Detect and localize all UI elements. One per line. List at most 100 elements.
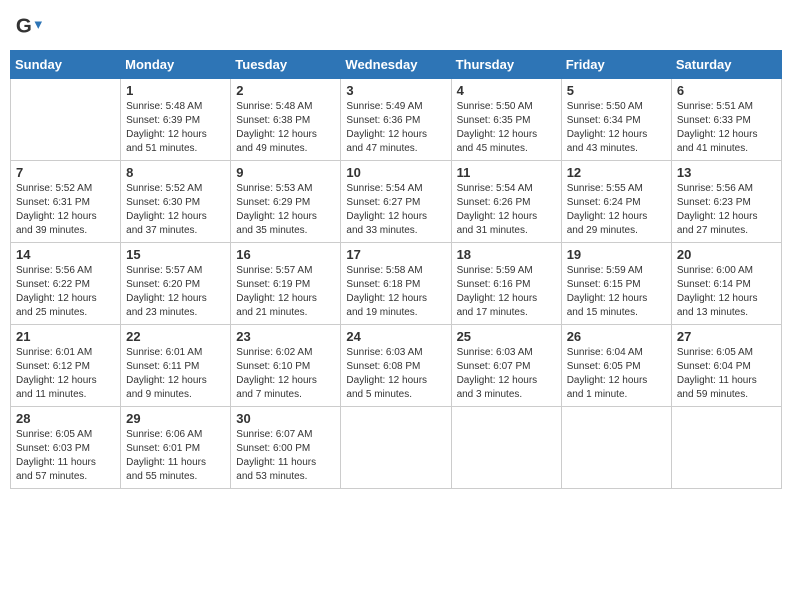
day-info: Sunrise: 6:00 AM Sunset: 6:14 PM Dayligh… [677,264,776,320]
week-row-3: 14 Sunrise: 5:56 AM Sunset: 6:22 PM Dayli… [11,243,782,325]
day-info: Sunrise: 5:48 AM Sunset: 6:39 PM Dayligh… [126,100,225,156]
day-info: Sunrise: 6:05 AM Sunset: 6:04 PM Dayligh… [677,346,776,402]
day-cell: 12 Sunrise: 5:55 AM Sunset: 6:24 PM Dayli… [561,161,671,243]
day-cell: 28 Sunrise: 6:05 AM Sunset: 6:03 PM Dayli… [11,407,121,489]
day-cell: 21Sunrise: 6:01 AM Sunset: 6:12 PM Dayli… [11,325,121,407]
day-info: Sunrise: 5:52 AM Sunset: 6:31 PM Dayligh… [16,182,115,238]
day-cell: 14 Sunrise: 5:56 AM Sunset: 6:22 PM Dayli… [11,243,121,325]
week-row-2: 7 Sunrise: 5:52 AM Sunset: 6:31 PM Daylig… [11,161,782,243]
day-info: Sunrise: 5:59 AM Sunset: 6:16 PM Dayligh… [457,264,556,320]
day-number: 1 [126,83,225,98]
day-cell: 26 Sunrise: 6:04 AM Sunset: 6:05 PM Dayli… [561,325,671,407]
day-number: 6 [677,83,776,98]
day-cell [341,407,451,489]
day-number: 18 [457,247,556,262]
day-cell: 27Sunrise: 6:05 AM Sunset: 6:04 PM Dayli… [671,325,781,407]
day-info: Sunrise: 5:57 AM Sunset: 6:20 PM Dayligh… [126,264,225,320]
day-cell: 16Sunrise: 5:57 AM Sunset: 6:19 PM Dayli… [231,243,341,325]
day-info: Sunrise: 5:54 AM Sunset: 6:27 PM Dayligh… [346,182,445,238]
day-cell: 1 Sunrise: 5:48 AM Sunset: 6:39 PM Daylig… [121,79,231,161]
day-cell: 13 Sunrise: 5:56 AM Sunset: 6:23 PM Dayli… [671,161,781,243]
weekday-header-monday: Monday [121,51,231,79]
weekday-header-saturday: Saturday [671,51,781,79]
day-cell: 19 Sunrise: 5:59 AM Sunset: 6:15 PM Dayli… [561,243,671,325]
day-cell [671,407,781,489]
logo: G [14,14,46,42]
day-cell: 2 Sunrise: 5:48 AM Sunset: 6:38 PM Daylig… [231,79,341,161]
day-cell: 6 Sunrise: 5:51 AM Sunset: 6:33 PM Daylig… [671,79,781,161]
day-number: 24 [346,329,445,344]
day-number: 12 [567,165,666,180]
day-number: 17 [346,247,445,262]
day-number: 23 [236,329,335,344]
day-info: Sunrise: 5:56 AM Sunset: 6:22 PM Dayligh… [16,264,115,320]
day-cell: 25 Sunrise: 6:03 AM Sunset: 6:07 PM Dayli… [451,325,561,407]
day-number: 15 [126,247,225,262]
day-cell: 4Sunrise: 5:50 AM Sunset: 6:35 PM Daylig… [451,79,561,161]
logo-icon: G [14,14,42,42]
day-info: Sunrise: 5:55 AM Sunset: 6:24 PM Dayligh… [567,182,666,238]
weekday-header-wednesday: Wednesday [341,51,451,79]
day-number: 20 [677,247,776,262]
day-info: Sunrise: 5:59 AM Sunset: 6:15 PM Dayligh… [567,264,666,320]
day-info: Sunrise: 5:50 AM Sunset: 6:34 PM Dayligh… [567,100,666,156]
day-number: 19 [567,247,666,262]
day-number: 28 [16,411,115,426]
page-header: G [10,10,782,42]
day-number: 30 [236,411,335,426]
day-cell: 7 Sunrise: 5:52 AM Sunset: 6:31 PM Daylig… [11,161,121,243]
day-number: 16 [236,247,335,262]
day-cell: 5 Sunrise: 5:50 AM Sunset: 6:34 PM Daylig… [561,79,671,161]
day-cell [11,79,121,161]
day-info: Sunrise: 6:02 AM Sunset: 6:10 PM Dayligh… [236,346,335,402]
day-info: Sunrise: 6:04 AM Sunset: 6:05 PM Dayligh… [567,346,666,402]
day-number: 11 [457,165,556,180]
day-info: Sunrise: 6:03 AM Sunset: 6:07 PM Dayligh… [457,346,556,402]
day-cell: 22 Sunrise: 6:01 AM Sunset: 6:11 PM Dayli… [121,325,231,407]
calendar-table: SundayMondayTuesdayWednesdayThursdayFrid… [10,50,782,489]
day-info: Sunrise: 6:05 AM Sunset: 6:03 PM Dayligh… [16,428,115,484]
day-number: 5 [567,83,666,98]
day-info: Sunrise: 5:53 AM Sunset: 6:29 PM Dayligh… [236,182,335,238]
svg-text:G: G [16,15,32,38]
day-info: Sunrise: 5:56 AM Sunset: 6:23 PM Dayligh… [677,182,776,238]
week-row-4: 21Sunrise: 6:01 AM Sunset: 6:12 PM Dayli… [11,325,782,407]
day-cell: 8Sunrise: 5:52 AM Sunset: 6:30 PM Daylig… [121,161,231,243]
weekday-header-row: SundayMondayTuesdayWednesdayThursdayFrid… [11,51,782,79]
day-info: Sunrise: 5:58 AM Sunset: 6:18 PM Dayligh… [346,264,445,320]
day-cell [451,407,561,489]
day-cell: 20 Sunrise: 6:00 AM Sunset: 6:14 PM Dayli… [671,243,781,325]
day-cell: 10 Sunrise: 5:54 AM Sunset: 6:27 PM Dayli… [341,161,451,243]
day-cell: 17 Sunrise: 5:58 AM Sunset: 6:18 PM Dayli… [341,243,451,325]
weekday-header-friday: Friday [561,51,671,79]
day-number: 26 [567,329,666,344]
day-number: 21 [16,329,115,344]
day-info: Sunrise: 6:01 AM Sunset: 6:11 PM Dayligh… [126,346,225,402]
day-number: 8 [126,165,225,180]
day-cell: 15 Sunrise: 5:57 AM Sunset: 6:20 PM Dayli… [121,243,231,325]
weekday-header-thursday: Thursday [451,51,561,79]
day-info: Sunrise: 5:51 AM Sunset: 6:33 PM Dayligh… [677,100,776,156]
day-number: 13 [677,165,776,180]
day-info: Sunrise: 6:03 AM Sunset: 6:08 PM Dayligh… [346,346,445,402]
day-cell: 23 Sunrise: 6:02 AM Sunset: 6:10 PM Dayli… [231,325,341,407]
day-number: 25 [457,329,556,344]
weekday-header-tuesday: Tuesday [231,51,341,79]
day-number: 14 [16,247,115,262]
week-row-1: 1 Sunrise: 5:48 AM Sunset: 6:39 PM Daylig… [11,79,782,161]
day-number: 4 [457,83,556,98]
day-number: 9 [236,165,335,180]
day-number: 2 [236,83,335,98]
weekday-header-sunday: Sunday [11,51,121,79]
day-cell: 30Sunrise: 6:07 AM Sunset: 6:00 PM Dayli… [231,407,341,489]
day-number: 29 [126,411,225,426]
day-cell: 24 Sunrise: 6:03 AM Sunset: 6:08 PM Dayli… [341,325,451,407]
day-number: 7 [16,165,115,180]
day-number: 10 [346,165,445,180]
day-info: Sunrise: 6:06 AM Sunset: 6:01 PM Dayligh… [126,428,225,484]
day-number: 22 [126,329,225,344]
day-cell: 9 Sunrise: 5:53 AM Sunset: 6:29 PM Daylig… [231,161,341,243]
day-info: Sunrise: 5:48 AM Sunset: 6:38 PM Dayligh… [236,100,335,156]
day-cell [561,407,671,489]
day-cell: 18 Sunrise: 5:59 AM Sunset: 6:16 PM Dayli… [451,243,561,325]
